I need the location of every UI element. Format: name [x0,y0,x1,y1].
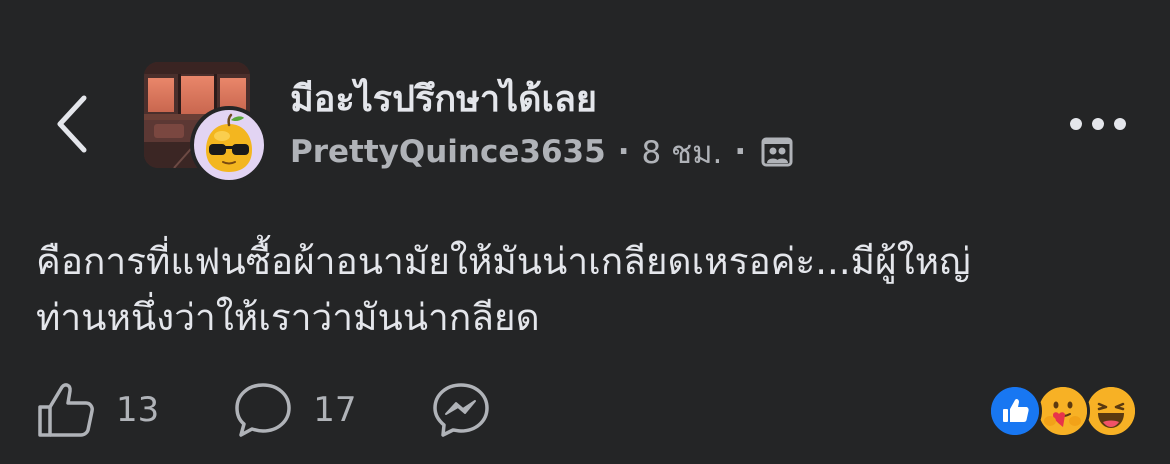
care-reaction-icon [1036,384,1090,438]
post-time[interactable]: 8 ชม. [641,127,722,177]
avatar-stack[interactable] [144,62,270,188]
more-horizontal-icon [1070,118,1126,130]
back-button[interactable] [48,88,96,160]
meta-separator: · [617,134,630,170]
post-text-line: ท่านหนึ่งว่าให้เราว่ามันน่ากลียด [36,296,540,339]
more-options-button[interactable] [1062,106,1134,142]
thumbs-up-icon [38,383,94,437]
like-reaction-icon [988,384,1042,438]
post-meta: PrettyQuince3635 · 8 ชม. · [290,130,794,174]
meta-separator: · [734,134,747,170]
comment-button[interactable]: 17 [233,381,357,439]
group-name[interactable]: มีอะไรปรึกษาได้เลย [290,70,597,127]
chevron-left-icon [57,95,87,153]
group-audience-icon [760,135,794,169]
post-actions: 13 17 [36,378,565,442]
post-text-line: คือการที่แฟนซื้อผ้าอนามัยให้มันน่าเกลียด… [36,240,971,283]
comment-count: 17 [313,390,357,430]
post-text: คือการที่แฟนซื้อผ้าอนามัยให้มันน่าเกลียด… [36,234,1146,346]
author-name[interactable]: PrettyQuince3635 [290,134,606,170]
like-button[interactable]: 13 [36,381,159,439]
like-count: 13 [116,390,160,430]
comment-bubble-icon [235,383,292,437]
share-messenger-button[interactable] [431,381,491,439]
quince-sunglasses-icon [206,113,252,172]
messenger-icon [432,383,489,437]
user-avatar[interactable] [190,106,268,184]
reactions-summary[interactable] [988,384,1138,438]
haha-reaction-icon [1084,384,1138,438]
